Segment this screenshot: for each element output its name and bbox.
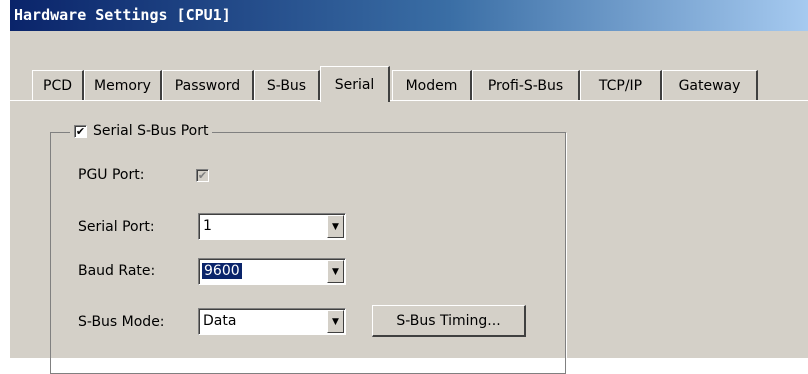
s-bus-mode-select[interactable]: Data ▼	[198, 308, 346, 335]
baud-rate-dropdown-button[interactable]: ▼	[327, 260, 344, 283]
tab-gateway[interactable]: Gateway	[662, 70, 758, 100]
baud-rate-value: 9600	[202, 263, 242, 279]
serial-port-select[interactable]: 1 ▼	[198, 213, 346, 240]
tab-s-bus[interactable]: S-Bus	[254, 70, 320, 100]
s-bus-mode-value: Data	[203, 313, 237, 329]
chevron-down-icon: ▼	[332, 316, 339, 327]
serial-port-value: 1	[203, 218, 212, 234]
s-bus-mode-label: S-Bus Mode:	[78, 314, 165, 330]
serial-port-dropdown-button[interactable]: ▼	[327, 215, 344, 238]
hardware-settings-window: Hardware Settings [CPU1] PCD Memory Pass…	[10, 0, 808, 374]
baud-rate-label: Baud Rate:	[78, 263, 156, 279]
tab-password[interactable]: Password	[162, 70, 254, 100]
chevron-down-icon: ▼	[332, 266, 339, 277]
tab-modem[interactable]: Modem	[392, 70, 472, 100]
checkmark-icon: ✔	[197, 169, 208, 182]
window-title: Hardware Settings [CPU1]	[14, 6, 231, 24]
s-bus-timing-label: S-Bus Timing...	[396, 312, 501, 329]
title-bar[interactable]: Hardware Settings [CPU1]	[10, 0, 808, 31]
s-bus-timing-button[interactable]: S-Bus Timing...	[372, 305, 526, 337]
serial-s-bus-port-label: Serial S-Bus Port	[93, 123, 209, 139]
tab-serial[interactable]: Serial	[320, 66, 390, 102]
tab-memory[interactable]: Memory	[84, 70, 162, 100]
tab-profi-s-bus[interactable]: Profi-S-Bus	[472, 70, 580, 100]
s-bus-mode-dropdown-button[interactable]: ▼	[327, 310, 344, 333]
serial-port-label: Serial Port:	[78, 219, 155, 235]
tab-pcd[interactable]: PCD	[32, 70, 84, 100]
tab-tcp-ip[interactable]: TCP/IP	[580, 70, 662, 100]
chevron-down-icon: ▼	[332, 221, 339, 232]
tab-panel-edge	[10, 100, 808, 101]
pgu-port-label: PGU Port:	[78, 167, 145, 183]
serial-s-bus-port-checkbox[interactable]: ✔	[74, 124, 87, 138]
baud-rate-select[interactable]: 9600 ▼	[198, 258, 346, 285]
serial-s-bus-port-toggle[interactable]: ✔ Serial S-Bus Port	[70, 119, 213, 143]
pgu-port-checkbox: ✔	[196, 169, 209, 182]
checkmark-icon: ✔	[75, 124, 86, 138]
